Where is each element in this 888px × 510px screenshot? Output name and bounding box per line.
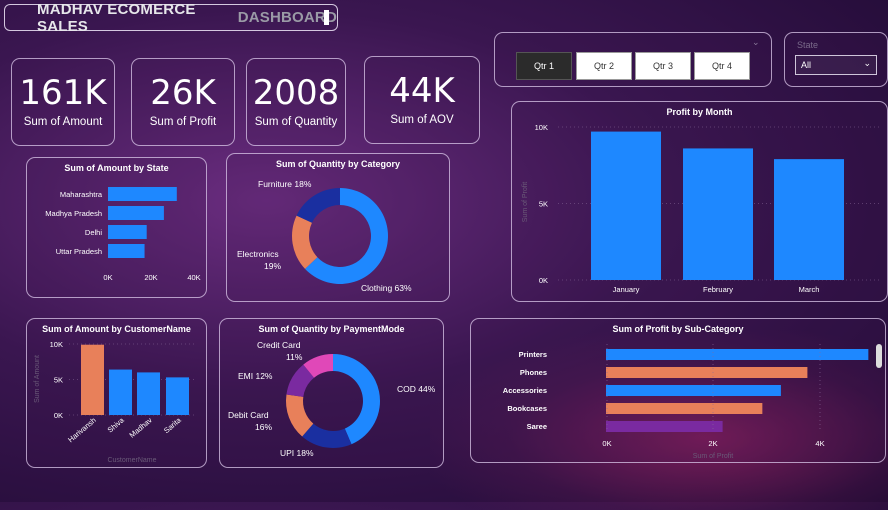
y-tick-label: 5K bbox=[54, 376, 63, 385]
y-axis-title: Sum of Amount bbox=[34, 355, 41, 403]
bar bbox=[81, 344, 104, 415]
x-tick-label: 20K bbox=[144, 273, 157, 282]
y-tick-label: 0K bbox=[54, 411, 63, 420]
x-tick-label: January bbox=[613, 285, 640, 294]
qtr4-button[interactable]: Qtr 4 bbox=[694, 52, 750, 80]
bar bbox=[606, 349, 869, 360]
kpi-value: 44K bbox=[389, 71, 455, 111]
kpi-card-profit[interactable]: 26K Sum of Profit bbox=[131, 58, 235, 146]
slice-label: UPI 18% bbox=[280, 448, 314, 458]
profit-by-subcategory-svg: Printers Phones Accessories Bookcases Saree 0… bbox=[503, 344, 869, 460]
dashboard-title-part1: MADHAV ECOMERCE SALES bbox=[37, 0, 196, 35]
y-tick-label: Bookcases bbox=[507, 404, 547, 413]
bar bbox=[109, 369, 132, 415]
profit-by-month-svg: 0K 5K 10K Sum of Profit January February March bbox=[522, 123, 882, 294]
y-tick-label: 10K bbox=[50, 340, 63, 349]
y-tick-label: Madhya Pradesh bbox=[45, 209, 102, 218]
kpi-card-aov[interactable]: 44K Sum of AOV bbox=[364, 56, 480, 144]
chart-profit-by-subcategory[interactable]: Sum of Profit by Sub-Category Printers Ph… bbox=[470, 318, 886, 463]
kpi-value: 26K bbox=[150, 73, 216, 113]
y-tick-label: Delhi bbox=[85, 228, 102, 237]
dashboard-title-part2: DASHBOARD bbox=[237, 9, 337, 26]
slice-label: 16% bbox=[255, 422, 272, 432]
x-tick-label: Sarita bbox=[162, 415, 183, 435]
bar bbox=[606, 403, 763, 414]
y-tick-label: Accessories bbox=[503, 386, 547, 395]
slice-label: Clothing 63% bbox=[361, 283, 412, 293]
slice-label: Furniture 18% bbox=[258, 179, 312, 189]
state-filter-label: State bbox=[797, 40, 819, 50]
chart-quantity-by-category[interactable]: Sum of Quantity by Category Clothing 63%… bbox=[226, 153, 450, 302]
x-tick-label: Madhav bbox=[128, 415, 154, 439]
x-tick-label: 0K bbox=[103, 273, 112, 282]
y-axis-title: Sum of Profit bbox=[522, 182, 529, 223]
state-dropdown[interactable]: All ⌄ bbox=[795, 55, 877, 75]
bar bbox=[108, 206, 164, 220]
bar bbox=[166, 377, 189, 415]
state-dropdown-value: All bbox=[801, 60, 812, 70]
bar bbox=[774, 159, 844, 280]
kpi-label: Sum of Quantity bbox=[254, 116, 338, 128]
x-axis-title: CustomerName bbox=[107, 457, 156, 464]
text-cursor bbox=[324, 10, 329, 25]
x-axis-title: Sum of Profit bbox=[693, 453, 734, 460]
chart-amount-by-customer[interactable]: Sum of Amount by CustomerName 0K 5K 10K Sum… bbox=[26, 318, 207, 468]
kpi-value: 2008 bbox=[252, 73, 340, 113]
slice-label: EMI 12% bbox=[238, 371, 273, 381]
qtr1-button[interactable]: Qtr 1 bbox=[516, 52, 572, 80]
quantity-by-category-svg: Clothing 63% Electronics 19% Furniture 18% bbox=[237, 179, 412, 293]
bar bbox=[108, 244, 145, 258]
kpi-value: 161K bbox=[19, 73, 107, 113]
y-tick-label: Phones bbox=[520, 368, 547, 377]
y-tick-label: 10K bbox=[535, 123, 548, 132]
amount-by-state-svg: Maharashtra Madhya Pradesh Delhi Uttar Prad… bbox=[45, 187, 201, 282]
y-tick-label: Uttar Pradesh bbox=[56, 247, 102, 256]
y-tick-label: Saree bbox=[527, 422, 547, 431]
bar bbox=[108, 225, 147, 239]
slice-label: COD 44% bbox=[397, 384, 436, 394]
y-tick-label: 5K bbox=[539, 200, 548, 209]
slice-label: 19% bbox=[264, 261, 281, 271]
bar bbox=[137, 372, 160, 415]
bar bbox=[606, 421, 723, 432]
x-tick-label: Shiva bbox=[106, 415, 127, 434]
kpi-card-quantity[interactable]: 2008 Sum of Quantity bbox=[246, 58, 346, 146]
bar bbox=[606, 367, 808, 378]
bar bbox=[108, 187, 177, 201]
x-tick-label: 4K bbox=[815, 439, 824, 448]
x-tick-label: February bbox=[703, 285, 733, 294]
slice-label: 11% bbox=[286, 352, 303, 362]
y-tick-label: Maharashtra bbox=[60, 190, 103, 199]
bar bbox=[606, 385, 781, 396]
chart-quantity-by-payment[interactable]: Sum of Quantity by PaymentMode COD 44% UP… bbox=[219, 318, 444, 468]
qtr2-button[interactable]: Qtr 2 bbox=[576, 52, 632, 80]
x-tick-label: 2K bbox=[708, 439, 717, 448]
x-tick-label: 0K bbox=[602, 439, 611, 448]
chevron-down-icon[interactable]: ⌄ bbox=[752, 37, 760, 48]
dashboard-title: MADHAV ECOMERCE SALES DASHBOARD bbox=[4, 1, 338, 35]
chevron-down-icon: ⌄ bbox=[863, 58, 871, 68]
chart-amount-by-state[interactable]: Sum of Amount by State Maharashtra Madhya… bbox=[26, 157, 207, 298]
kpi-card-amount[interactable]: 161K Sum of Amount bbox=[11, 58, 115, 146]
donut-slice bbox=[296, 188, 340, 223]
x-tick-label: 40K bbox=[187, 273, 200, 282]
kpi-label: Sum of Amount bbox=[23, 116, 103, 128]
bar bbox=[591, 131, 661, 280]
slice-label: Debit Card bbox=[228, 410, 269, 420]
y-tick-label: Printers bbox=[519, 350, 547, 359]
scrollbar-thumb[interactable] bbox=[876, 344, 882, 368]
kpi-label: Sum of AOV bbox=[390, 114, 454, 126]
slice-label: Electronics bbox=[237, 249, 279, 259]
amount-by-customer-svg: 0K 5K 10K Sum of Amount Harivansh Shiva Madhav… bbox=[34, 340, 197, 464]
y-tick-label: 0K bbox=[539, 276, 548, 285]
qtr3-button[interactable]: Qtr 3 bbox=[635, 52, 691, 80]
chart-profit-by-month[interactable]: Profit by Month 0K 5K 10K Sum of Profit Janu… bbox=[511, 101, 888, 302]
quantity-by-payment-svg: COD 44% UPI 18% Debit Card 16% EMI 12% Credit… bbox=[228, 340, 436, 458]
kpi-label: Sum of Profit bbox=[149, 116, 217, 128]
x-tick-label: March bbox=[799, 285, 820, 294]
slice-label: Credit Card bbox=[257, 340, 301, 350]
bar bbox=[683, 148, 753, 280]
x-tick-label: Harivansh bbox=[66, 416, 98, 445]
